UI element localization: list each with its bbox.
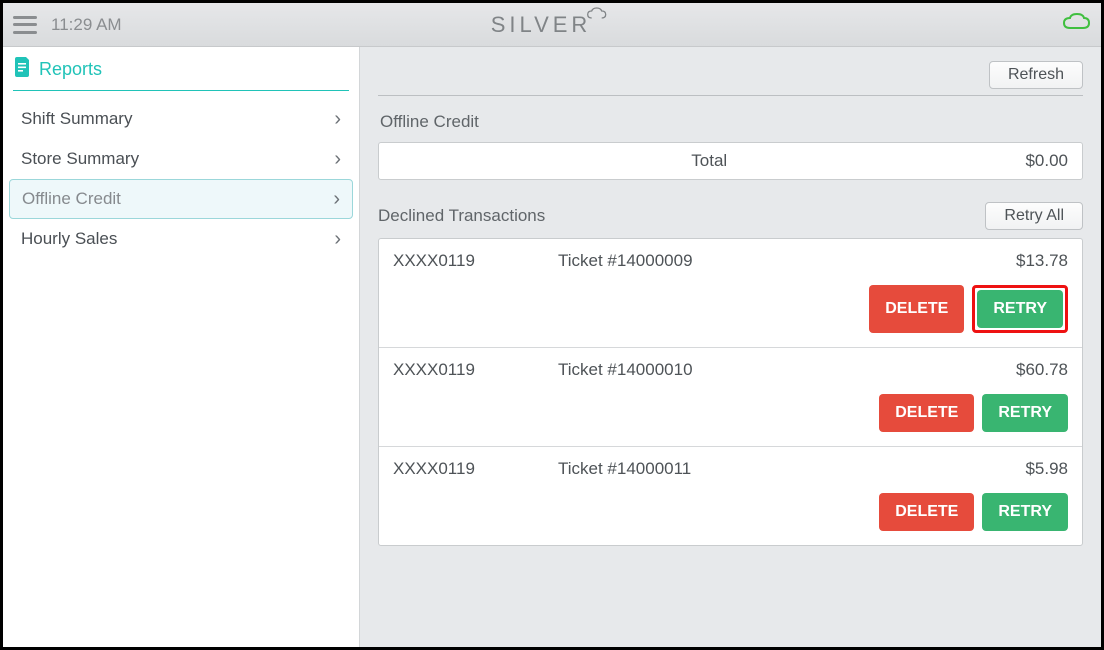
transaction-row: XXXX0119 Ticket #14000010 $60.78 DELETE … [379,348,1082,447]
main-panel: Refresh Offline Credit Total $0.00 Decli… [360,47,1101,647]
chevron-right-icon: › [334,148,341,171]
reports-icon [15,57,31,82]
sidebar-title-underline [13,90,349,91]
sidebar-title: Reports [3,47,359,90]
transaction-amount: $60.78 [1016,360,1068,380]
sidebar-item-label: Hourly Sales [21,229,117,249]
transaction-amount: $5.98 [1025,459,1068,479]
logo-text: SILVER [491,12,592,38]
menu-icon[interactable] [13,16,37,34]
delete-button[interactable]: DELETE [869,285,964,333]
transaction-row: XXXX0119 Ticket #14000009 $13.78 DELETE … [379,239,1082,348]
sidebar: Reports Shift Summary › Store Summary › … [3,47,360,647]
cloud-status-icon[interactable] [1061,12,1091,37]
delete-button[interactable]: DELETE [879,394,974,432]
transaction-ticket: Ticket #14000010 [558,360,1016,380]
sidebar-item-shift-summary[interactable]: Shift Summary › [9,99,353,139]
transaction-ticket: Ticket #14000009 [558,251,1016,271]
sidebar-item-store-summary[interactable]: Store Summary › [9,139,353,179]
delete-button[interactable]: DELETE [879,493,974,531]
header-bar: 11:29 AM SILVER [3,3,1101,47]
sidebar-item-offline-credit[interactable]: Offline Credit › [9,179,353,219]
main-divider [378,95,1083,96]
transaction-ticket: Ticket #14000011 [558,459,1025,479]
sidebar-item-label: Shift Summary [21,109,132,129]
transaction-card: XXXX0119 [393,251,558,271]
clock-time: 11:29 AM [51,15,122,35]
app-frame: 11:29 AM SILVER Reports Shift Sum [0,0,1104,650]
offline-credit-total-row: Total $0.00 [378,142,1083,180]
total-value: $0.00 [1025,151,1068,171]
retry-button[interactable]: RETRY [982,394,1068,432]
sidebar-item-label: Offline Credit [22,189,121,209]
declined-header: Declined Transactions Retry All [378,202,1083,230]
total-label: Total [691,151,727,170]
chevron-right-icon: › [334,108,341,131]
sidebar-item-label: Store Summary [21,149,139,169]
sidebar-title-text: Reports [39,59,102,80]
retry-button[interactable]: RETRY [977,290,1063,328]
body: Reports Shift Summary › Store Summary › … [3,47,1101,647]
logo-cloud-icon [585,7,607,26]
transaction-amount: $13.78 [1016,251,1068,271]
transactions-list: XXXX0119 Ticket #14000009 $13.78 DELETE … [378,238,1083,546]
transaction-card: XXXX0119 [393,459,558,479]
sidebar-item-hourly-sales[interactable]: Hourly Sales › [9,219,353,259]
chevron-right-icon: › [334,228,341,251]
transaction-card: XXXX0119 [393,360,558,380]
retry-all-button[interactable]: Retry All [985,202,1083,230]
retry-highlight: RETRY [972,285,1068,333]
chevron-right-icon: › [333,188,340,211]
refresh-button[interactable]: Refresh [989,61,1083,89]
app-logo: SILVER [491,12,614,38]
declined-title: Declined Transactions [378,206,545,226]
offline-credit-title: Offline Credit [380,112,1081,132]
retry-button[interactable]: RETRY [982,493,1068,531]
transaction-row: XXXX0119 Ticket #14000011 $5.98 DELETE R… [379,447,1082,545]
